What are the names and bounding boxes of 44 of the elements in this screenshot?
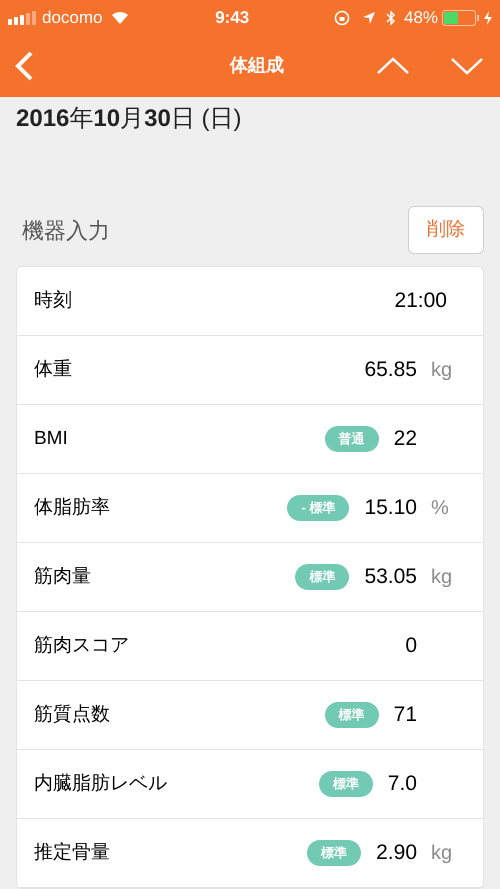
bluetooth-icon <box>386 10 396 26</box>
row-label: 筋肉スコア <box>34 634 129 658</box>
row-value: 22 <box>394 426 417 452</box>
row-value: 15.10 <box>364 495 417 522</box>
unit-label: kg <box>431 841 452 866</box>
row-value: 2.90 <box>376 840 417 866</box>
location-icon <box>362 10 376 24</box>
battery-icon <box>442 10 480 26</box>
row-value: 65.85 <box>364 357 417 384</box>
row-label: 筋質点数 <box>34 702 110 727</box>
status-badge: 標準 <box>295 564 350 590</box>
row-label: 内臓脂肪レベル <box>34 772 167 796</box>
date-heading: 2016年10月30日 (日) <box>16 104 242 134</box>
signal-icon <box>8 10 38 24</box>
clock: 9:43 <box>215 6 250 29</box>
row-label: 筋肉量 <box>34 564 91 589</box>
wifi-icon <box>110 10 130 25</box>
row-value: 7.0 <box>388 771 417 798</box>
unit-label: % <box>431 496 449 521</box>
row-label: BMI <box>34 426 68 451</box>
charging-icon <box>484 10 492 24</box>
row-label: 時刻 <box>34 288 72 313</box>
delete-button[interactable]: 削除 <box>408 206 484 254</box>
rotation-lock-icon <box>334 10 350 26</box>
unit-label: kg <box>431 358 452 383</box>
row-value: 0 <box>405 633 417 660</box>
status-badge: 普通 <box>324 426 379 452</box>
status-badge: 標準 <box>307 840 362 866</box>
row-value: 53.05 <box>364 564 417 590</box>
previous-button[interactable] <box>376 56 410 76</box>
next-button[interactable] <box>450 56 484 76</box>
row-label: 推定骨量 <box>34 840 110 865</box>
nav-title: 体組成 <box>230 54 284 78</box>
row-label: 体重 <box>34 358 72 382</box>
status-badge: 標準 <box>324 702 379 728</box>
row-value: 71 <box>394 702 417 728</box>
carrier-name: docomo <box>42 6 102 29</box>
status-badge: - 標準 <box>287 495 350 521</box>
battery-percent: 48% <box>404 6 438 29</box>
section-title: 機器入力 <box>22 216 110 244</box>
row-label: 体脂肪率 <box>34 496 110 520</box>
row-value: 21:00 <box>394 288 447 314</box>
status-badge: 標準 <box>318 771 373 797</box>
unit-label: kg <box>431 565 452 590</box>
